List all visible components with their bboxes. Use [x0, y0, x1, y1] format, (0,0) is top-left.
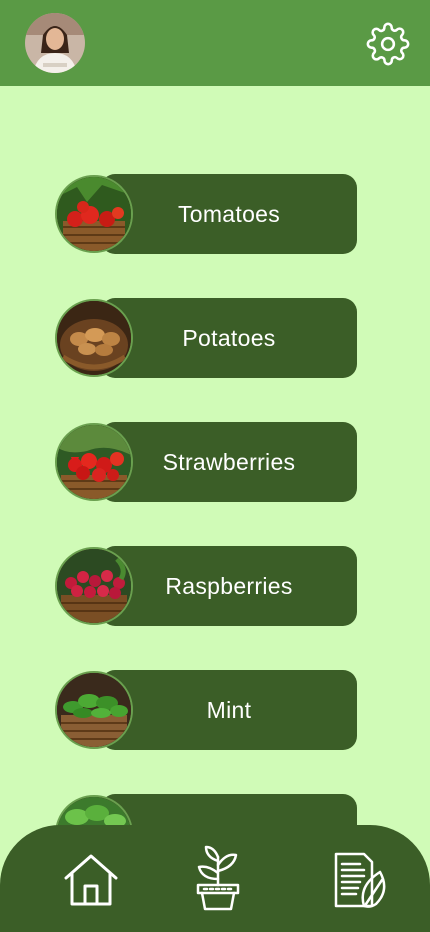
crop-pill[interactable]: Strawberries [101, 422, 357, 502]
user-avatar-icon[interactable] [25, 13, 85, 73]
crop-item-raspberries[interactable]: Raspberries [55, 546, 357, 626]
crop-label: Tomatoes [177, 201, 281, 227]
crop-item-tomatoes[interactable]: Tomatoes [55, 174, 357, 254]
crop-pill[interactable]: Potatoes [101, 298, 357, 378]
header-bar [0, 0, 430, 86]
crop-item-strawberries[interactable]: Strawberries [55, 422, 357, 502]
plant-pot-icon[interactable] [194, 843, 242, 911]
crop-item-mint[interactable]: Mint [55, 670, 357, 750]
gear-icon[interactable] [366, 22, 410, 66]
crop-item-potatoes[interactable]: Potatoes [55, 298, 357, 378]
crop-label: Strawberries [162, 449, 296, 475]
crop-label: Mint [206, 697, 252, 723]
crop-pill[interactable]: Raspberries [101, 546, 357, 626]
tomato-basket-image [55, 175, 133, 253]
mint-basket-image [55, 671, 133, 749]
home-icon[interactable] [62, 852, 120, 908]
notes-leaf-icon[interactable] [330, 850, 392, 910]
bottom-nav-bar [0, 825, 430, 932]
crop-pill[interactable]: Mint [101, 670, 357, 750]
crop-list: Tomatoes Potatoes Strawberries Raspberri… [0, 0, 430, 932]
crop-label: Raspberries [165, 573, 293, 599]
strawberry-basket-image [55, 423, 133, 501]
raspberry-basket-image [55, 547, 133, 625]
potato-basket-image [55, 299, 133, 377]
crop-label: Potatoes [182, 325, 276, 351]
crop-pill[interactable]: Tomatoes [101, 174, 357, 254]
